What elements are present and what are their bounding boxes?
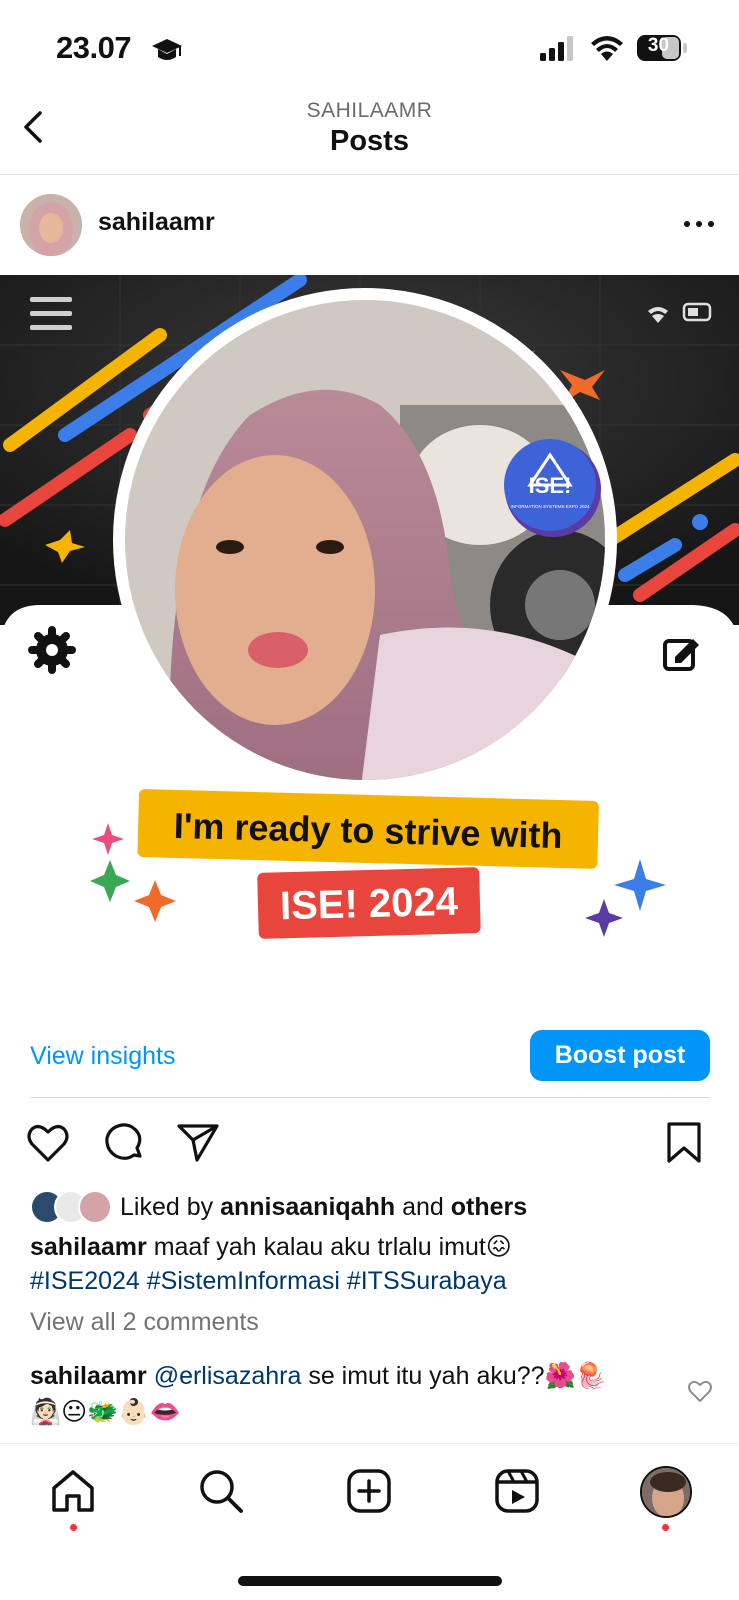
caption-hashtags[interactable]: #ISE2024 #SistemInformasi #ITSSurabaya (30, 1267, 507, 1295)
caption-username[interactable]: sahilaamr (30, 1233, 147, 1261)
home-icon[interactable] (48, 1466, 98, 1516)
share-send-icon[interactable] (174, 1118, 222, 1166)
status-bar: 23.07 30 (0, 0, 739, 95)
comment-like-heart-icon[interactable] (687, 1378, 713, 1404)
cellular-signal-icon (540, 36, 573, 61)
likes-prefix: Liked by (120, 1192, 214, 1221)
comment-text: se imut itu yah aku??🌺🪼 (308, 1362, 607, 1390)
header-subtitle: SAHILAAMR (306, 99, 433, 122)
caption-text: maaf yah kalau aku trlalu imut😖 (153, 1233, 512, 1261)
battery-level: 30 (647, 35, 670, 56)
liker-avatars (30, 1190, 116, 1224)
post-username[interactable]: sahilaamr (98, 208, 215, 237)
home-notification-dot (70, 1524, 77, 1531)
badge-subtitle: INFORMATION SYSTEMS EXPO 2024 (511, 504, 590, 509)
save-bookmark-icon[interactable] (660, 1118, 708, 1166)
post-actions (0, 1118, 739, 1174)
more-options-icon[interactable] (679, 206, 719, 242)
comment-username[interactable]: sahilaamr (30, 1362, 147, 1390)
insights-row: View insights Boost post (30, 1030, 710, 1098)
likes-row[interactable]: Liked by annisaaniqahh and others (30, 1190, 720, 1224)
banner-line-2: ISE! 2024 (279, 880, 459, 929)
likes-joiner: and (402, 1192, 444, 1221)
header: SAHILAAMR Posts (0, 95, 739, 175)
comment: sahilaamr @erlisazahra se imut itu yah a… (30, 1358, 670, 1430)
graduation-cap-icon (152, 39, 182, 60)
boost-post-button[interactable]: Boost post (530, 1030, 710, 1081)
badge-title: ISE! (529, 473, 572, 498)
like-heart-icon[interactable] (24, 1118, 72, 1166)
liker-avatar (78, 1190, 112, 1224)
page-title: Posts (330, 125, 409, 157)
wifi-icon (591, 36, 623, 61)
post-caption: sahilaamr maaf yah kalau aku trlalu imut… (30, 1230, 720, 1298)
avatar[interactable] (20, 194, 82, 256)
profile-notification-dot (662, 1524, 669, 1531)
status-time: 23.07 (56, 30, 132, 65)
post-image[interactable]: ISE! INFORMATION SYSTEMS EXPO 2024 I'm r… (0, 275, 739, 987)
home-indicator[interactable] (238, 1576, 502, 1586)
post-header: sahilaamr (0, 176, 739, 274)
likes-user[interactable]: annisaaniqahh (220, 1193, 395, 1222)
search-icon[interactable] (196, 1466, 246, 1516)
comment-emojis: 👰🏻😐🐲👶🏻👄 (30, 1398, 181, 1426)
profile-avatar[interactable] (640, 1466, 692, 1518)
likes-others[interactable]: others (451, 1193, 527, 1222)
create-post-icon[interactable] (344, 1466, 394, 1516)
comment-mention[interactable]: @erlisazahra (154, 1362, 302, 1390)
view-insights-link[interactable]: View insights (30, 1042, 175, 1071)
comment-icon[interactable] (100, 1118, 148, 1166)
reels-icon[interactable] (492, 1466, 542, 1516)
view-all-comments-link[interactable]: View all 2 comments (30, 1308, 259, 1337)
battery-indicator: 30 (636, 34, 688, 62)
